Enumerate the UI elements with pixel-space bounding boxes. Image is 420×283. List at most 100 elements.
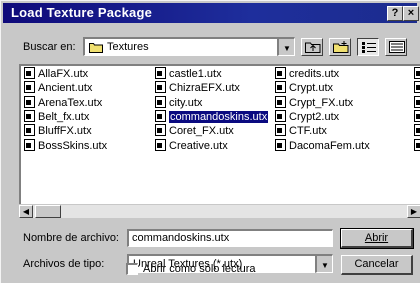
open-button-label: Abrir xyxy=(364,232,389,244)
lookin-value: Textures xyxy=(107,41,149,53)
file-item[interactable]: Creative.utx xyxy=(155,138,228,153)
file-item[interactable]: castle1.utx xyxy=(155,67,222,81)
new-folder-icon xyxy=(333,41,349,53)
file-item-partial[interactable] xyxy=(414,109,420,124)
readonly-checkbox[interactable] xyxy=(126,263,138,275)
filetype-label: Archivos de tipo: xyxy=(23,258,105,270)
file-icon xyxy=(155,95,166,108)
file-name: commandoskins.utx xyxy=(169,110,269,123)
lookin-dropdown[interactable]: Textures xyxy=(83,37,295,56)
file-icon xyxy=(24,109,35,122)
file-name: castle1.utx xyxy=(169,68,222,80)
file-item-partial[interactable] xyxy=(414,138,420,153)
file-icon xyxy=(275,124,286,137)
file-item[interactable]: ArenaTex.utx xyxy=(24,95,102,110)
file-name: Belt_fx.utx xyxy=(38,110,90,123)
file-name: Crypt2.utx xyxy=(289,110,340,123)
file-name: BossSkins.utx xyxy=(38,139,108,152)
file-icon xyxy=(275,138,286,151)
details-view-button[interactable] xyxy=(385,38,407,56)
file-item[interactable]: CTF.utx xyxy=(275,124,327,138)
cancel-button-label: Cancelar xyxy=(354,258,399,270)
file-icon xyxy=(414,95,420,108)
filename-input[interactable]: commandoskins.utx xyxy=(127,229,333,247)
file-icon xyxy=(155,109,166,122)
file-icon xyxy=(24,95,35,108)
file-name: Crypt_FX.utx xyxy=(289,96,354,109)
file-item[interactable]: credits.utx xyxy=(275,67,339,81)
file-name: AllaFX.utx xyxy=(38,68,89,80)
file-icon xyxy=(24,67,35,79)
file-name: credits.utx xyxy=(289,68,340,80)
dialog-title: Load Texture Package xyxy=(11,5,153,20)
file-name: Creative.utx xyxy=(169,139,228,152)
details-view-icon xyxy=(389,41,405,53)
file-name: BluffFX.utx xyxy=(38,125,92,138)
file-icon xyxy=(155,67,166,79)
file-icon xyxy=(275,95,286,108)
new-folder-button[interactable] xyxy=(329,38,351,56)
file-icon xyxy=(414,124,420,137)
file-item[interactable]: Crypt_FX.utx xyxy=(275,95,354,110)
file-item[interactable]: Ancient.utx xyxy=(24,81,92,95)
file-icon xyxy=(24,138,35,151)
file-item[interactable]: Crypt2.utx xyxy=(275,109,340,124)
horizontal-scrollbar[interactable]: ◀ ▶ xyxy=(19,204,420,218)
file-icon xyxy=(414,138,420,151)
up-folder-button[interactable] xyxy=(301,38,323,56)
file-item-partial[interactable] xyxy=(414,81,420,95)
file-list[interactable]: AllaFX.utx Ancient.utx ArenaTex.utx Belt_fx… xyxy=(19,64,420,215)
file-name: city.utx xyxy=(169,96,203,109)
filename-value: commandoskins.utx xyxy=(132,232,230,244)
chevron-down-icon: ▼ xyxy=(321,261,329,270)
scroll-thumb[interactable] xyxy=(35,205,61,218)
list-view-icon xyxy=(362,42,376,53)
file-item[interactable]: BluffFX.utx xyxy=(24,124,92,138)
file-icon xyxy=(155,124,166,137)
load-texture-dialog: Load Texture Package ? × Buscar en: Text… xyxy=(0,0,420,283)
file-item-partial[interactable] xyxy=(414,67,420,81)
open-button[interactable]: Abrir xyxy=(340,228,414,249)
file-item[interactable]: AllaFX.utx xyxy=(24,67,88,81)
filetype-dropdown-button[interactable]: ▼ xyxy=(315,254,333,273)
title-bar[interactable]: Load Texture Package ? × xyxy=(3,3,419,23)
folder-icon xyxy=(89,42,103,55)
cancel-button[interactable]: Cancelar xyxy=(341,255,413,275)
file-name: ChizraEFX.utx xyxy=(169,82,240,95)
readonly-label: Abrir como sólo lectura xyxy=(143,263,256,275)
file-item[interactable]: city.utx xyxy=(155,95,203,110)
up-folder-icon xyxy=(305,42,321,53)
lookin-dropdown-button[interactable]: ▼ xyxy=(277,37,295,56)
file-icon xyxy=(24,81,35,94)
lookin-label: Buscar en: xyxy=(23,41,76,53)
file-name: Crypt.utx xyxy=(289,82,334,95)
file-icon xyxy=(414,81,420,94)
close-button[interactable]: × xyxy=(403,6,419,21)
file-name: Ancient.utx xyxy=(38,82,93,95)
file-icon xyxy=(414,109,420,122)
file-item[interactable]: DacomaFem.utx xyxy=(275,138,370,153)
file-item-partial[interactable] xyxy=(414,124,420,138)
file-name: CTF.utx xyxy=(289,125,327,138)
file-icon xyxy=(24,124,35,137)
file-item[interactable]: Crypt.utx xyxy=(275,81,333,95)
scroll-right-button[interactable]: ▶ xyxy=(407,205,420,218)
file-icon xyxy=(275,81,286,94)
file-item[interactable]: Belt_fx.utx xyxy=(24,109,90,124)
file-item[interactable]: Coret_FX.utx xyxy=(155,124,234,138)
file-icon xyxy=(275,67,286,79)
scroll-left-button[interactable]: ◀ xyxy=(19,205,33,218)
file-item[interactable]: commandoskins.utx xyxy=(155,109,269,124)
file-item-partial[interactable] xyxy=(414,95,420,110)
list-view-button[interactable] xyxy=(357,38,379,56)
filename-label: Nombre de archivo: xyxy=(23,232,119,244)
file-item[interactable]: BossSkins.utx xyxy=(24,138,108,153)
file-icon xyxy=(275,109,286,122)
chevron-down-icon: ▼ xyxy=(283,44,291,53)
file-item[interactable]: ChizraEFX.utx xyxy=(155,81,240,95)
file-icon xyxy=(155,138,166,151)
file-icon xyxy=(155,81,166,94)
help-button[interactable]: ? xyxy=(387,6,403,21)
file-name: DacomaFem.utx xyxy=(289,139,370,152)
file-icon xyxy=(414,67,420,79)
